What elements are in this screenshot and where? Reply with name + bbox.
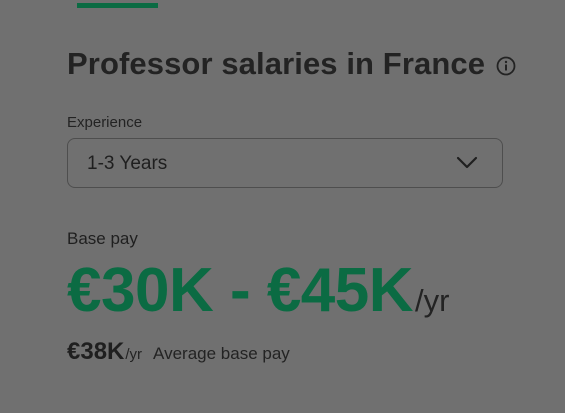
average-pay-label: Average base pay — [153, 344, 290, 363]
experience-label: Experience — [67, 114, 143, 131]
chevron-down-icon — [456, 155, 478, 171]
base-pay-label: Base pay — [67, 229, 138, 248]
pay-range: €30K - €45K — [67, 256, 414, 325]
experience-select[interactable]: 1-3 Years — [67, 138, 503, 188]
page-title: Professor salaries in France — [67, 46, 486, 81]
average-pay-value: €38K — [67, 338, 125, 365]
active-tab-indicator — [77, 3, 158, 8]
average-pay-row: €38K /yr Average base pay — [67, 338, 290, 366]
average-pay-unit: /yr — [125, 346, 143, 363]
experience-selected-value: 1-3 Years — [87, 153, 168, 174]
pay-range-unit: /yr — [415, 283, 450, 318]
info-icon[interactable] — [496, 56, 516, 76]
salary-panel: Professor salaries in France Experience … — [0, 0, 565, 413]
pay-range-row: €30K - €45K /yr — [67, 255, 449, 327]
title-row: Professor salaries in France — [67, 46, 516, 82]
